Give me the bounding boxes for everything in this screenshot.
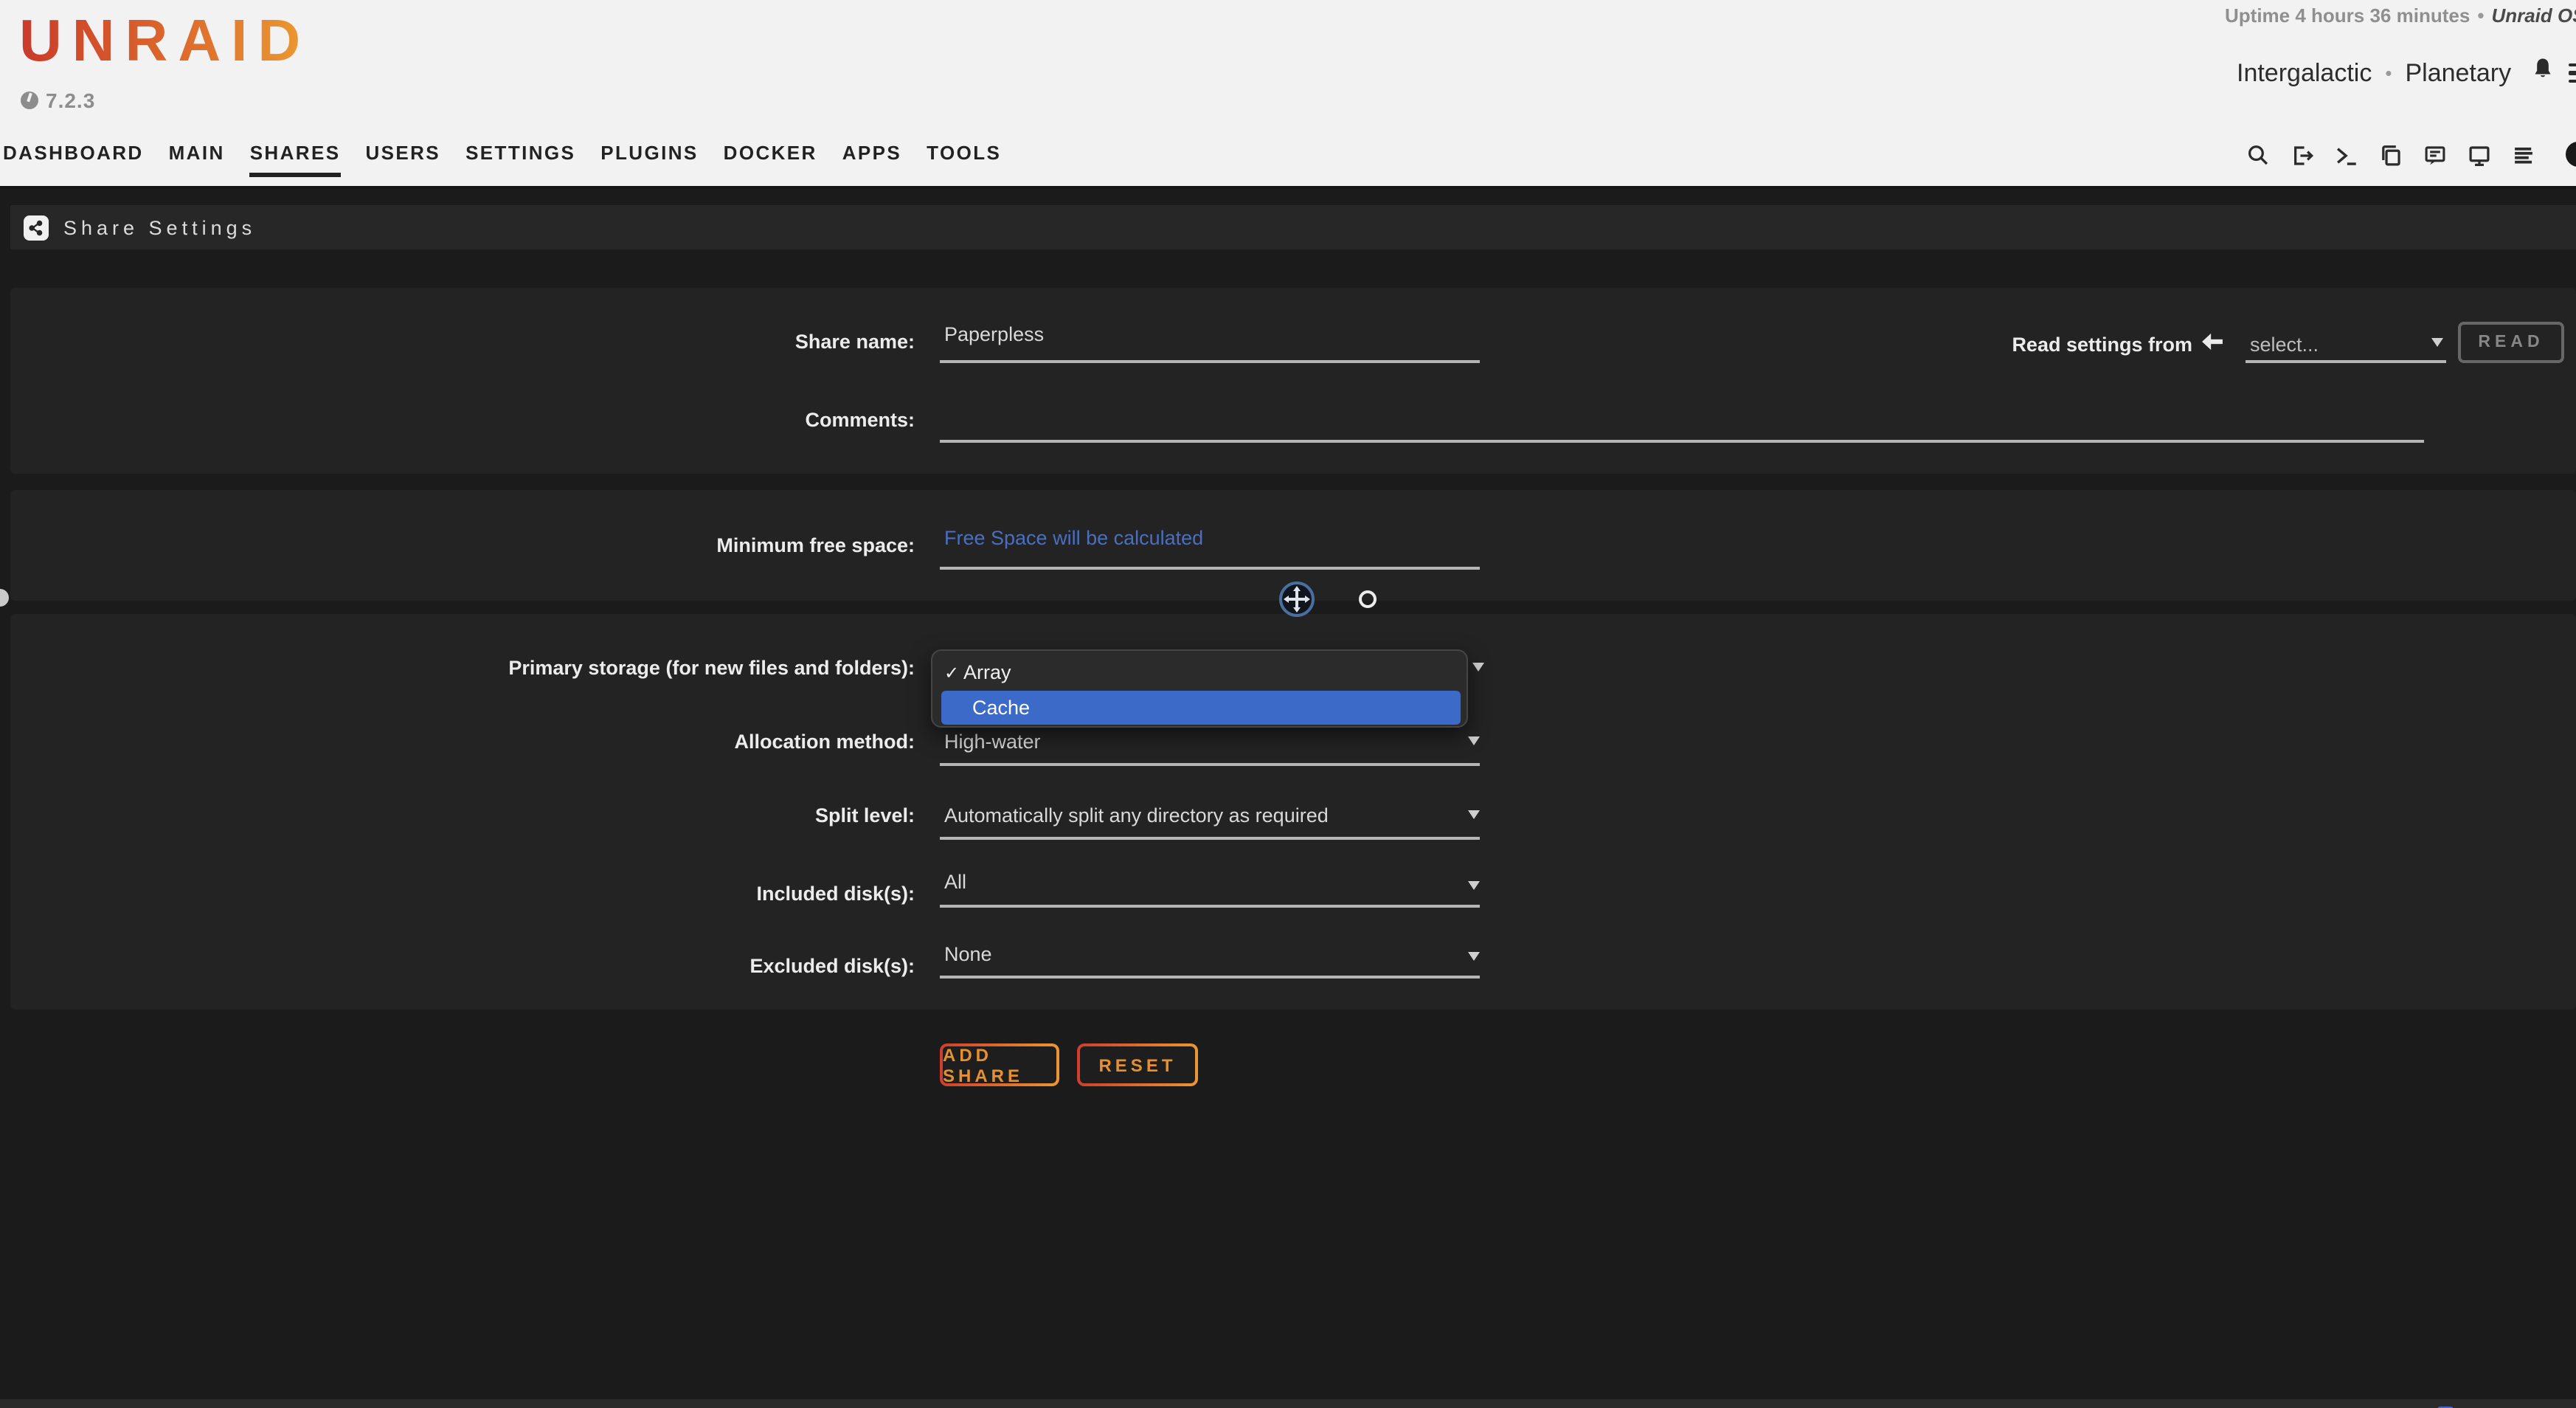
page-title: Share Settings bbox=[63, 216, 256, 238]
uptime-status: Uptime 4 hours 36 minutes•Unraid OS Star… bbox=[2225, 4, 2576, 27]
section-share-identity bbox=[10, 288, 2576, 474]
min-free-space-label: Minimum free space: bbox=[221, 534, 915, 556]
footer-bar: Array Started Unraid® and Limetech® ©202… bbox=[0, 1399, 2576, 1408]
split-level-select[interactable]: Automatically split any directory as req… bbox=[944, 804, 1329, 826]
comments-label: Comments: bbox=[221, 409, 915, 431]
included-disks-underline bbox=[940, 905, 1480, 908]
feedback-icon[interactable] bbox=[2423, 143, 2448, 168]
select-arrow-icon bbox=[1468, 810, 1480, 819]
nav-item-shares[interactable]: SHARES bbox=[250, 142, 341, 177]
nav-item-main[interactable]: MAIN bbox=[169, 142, 225, 177]
server-description: Planetary bbox=[2405, 58, 2511, 88]
excluded-disks-select[interactable]: None bbox=[944, 943, 992, 965]
copy-windows-icon[interactable] bbox=[2378, 143, 2403, 168]
share-settings-icon bbox=[24, 215, 49, 240]
version-label: 7.2.3 bbox=[46, 89, 95, 112]
reset-button[interactable]: RESET bbox=[1077, 1043, 1198, 1086]
nav-item-tools[interactable]: TOOLS bbox=[927, 142, 1001, 177]
read-settings-underline bbox=[2246, 360, 2446, 363]
share-name-underline bbox=[940, 360, 1480, 363]
nav-item-settings[interactable]: SETTINGS bbox=[465, 142, 575, 177]
log-icon[interactable] bbox=[2511, 143, 2536, 168]
allocation-method-select[interactable]: High-water bbox=[944, 731, 1041, 753]
main-nav: DASHBOARD MAIN SHARES USERS SETTINGS PLU… bbox=[3, 142, 1001, 177]
included-disks-label: Included disk(s): bbox=[221, 883, 915, 905]
move-cursor-icon bbox=[1278, 580, 1316, 618]
bullet-separator: • bbox=[2385, 62, 2392, 84]
profile-icon[interactable] bbox=[2566, 142, 2576, 167]
uptime-text: Uptime 4 hours 36 minutes bbox=[2225, 4, 2470, 27]
excluded-disks-label: Excluded disk(s): bbox=[221, 955, 915, 977]
option-label: Cache bbox=[972, 697, 1030, 719]
select-arrow-icon bbox=[1468, 736, 1480, 745]
server-identity: Intergalactic • Planetary bbox=[2237, 56, 2576, 90]
edge-cursor-dot bbox=[0, 589, 9, 607]
nav-item-dashboard[interactable]: DASHBOARD bbox=[3, 142, 144, 177]
excluded-disks-underline bbox=[940, 976, 1480, 979]
split-level-label: Split level: bbox=[221, 804, 915, 826]
dropdown-option-cache[interactable]: Cache bbox=[941, 691, 1461, 725]
split-level-underline bbox=[940, 837, 1480, 840]
min-free-space-input[interactable] bbox=[944, 527, 1475, 549]
read-settings-select[interactable]: select... bbox=[2250, 334, 2319, 356]
share-name-input[interactable] bbox=[944, 323, 1475, 345]
included-disks-select[interactable]: All bbox=[944, 871, 966, 893]
nav-item-docker[interactable]: DOCKER bbox=[724, 142, 817, 177]
notifications-bell-icon[interactable] bbox=[2530, 56, 2555, 90]
allocation-underline bbox=[940, 763, 1480, 766]
bullet-separator: • bbox=[2470, 4, 2491, 27]
read-button[interactable]: READ bbox=[2458, 322, 2564, 363]
nav-item-apps[interactable]: APPS bbox=[842, 142, 901, 177]
search-icon[interactable] bbox=[2246, 143, 2271, 168]
select-arrow-icon bbox=[2431, 338, 2443, 347]
array-status[interactable]: Array Started bbox=[19, 1405, 166, 1408]
select-arrow-icon bbox=[1468, 952, 1480, 961]
comments-underline bbox=[940, 440, 2424, 443]
nav-item-plugins[interactable]: PLUGINS bbox=[600, 142, 698, 177]
logout-icon[interactable] bbox=[2290, 143, 2315, 168]
allocation-method-label: Allocation method: bbox=[221, 731, 915, 753]
share-name-label: Share name: bbox=[221, 331, 915, 353]
page-title-bar: Share Settings bbox=[10, 205, 2576, 249]
unraid-logo[interactable]: UNRAID bbox=[19, 9, 311, 75]
nav-item-users[interactable]: USERS bbox=[365, 142, 440, 177]
checkmark-icon: ✓ bbox=[944, 662, 963, 683]
add-share-button[interactable]: ADD SHARE bbox=[940, 1043, 1059, 1086]
monitor-icon[interactable] bbox=[2467, 143, 2492, 168]
os-edition-label: Unraid OS Starter bbox=[2491, 4, 2576, 27]
read-settings-label: Read settings from bbox=[1962, 334, 2192, 356]
server-name: Intergalactic bbox=[2237, 58, 2372, 88]
primary-storage-dropdown: ✓ Array Cache bbox=[931, 649, 1468, 728]
header: UNRAID 7.2.3 Uptime 4 hours 36 minutes•U… bbox=[0, 0, 2576, 189]
dropdown-option-array[interactable]: ✓ Array bbox=[932, 655, 1467, 689]
array-status-label: Array Started bbox=[44, 1405, 166, 1408]
click-cursor-circle bbox=[1359, 590, 1377, 608]
select-arrow-icon bbox=[1468, 881, 1480, 890]
min-free-space-underline bbox=[940, 567, 1480, 570]
menu-hamburger-icon[interactable] bbox=[2569, 63, 2576, 83]
unraid-webgui: UNRAID 7.2.3 Uptime 4 hours 36 minutes•U… bbox=[0, 0, 2576, 1408]
left-arrow-icon bbox=[2201, 332, 2223, 359]
option-label: Array bbox=[963, 661, 1011, 683]
version-orb-icon bbox=[21, 92, 38, 109]
terminal-icon[interactable] bbox=[2334, 143, 2359, 168]
header-toolbar bbox=[2246, 143, 2536, 168]
version-line: 7.2.3 bbox=[21, 89, 95, 112]
comments-input[interactable] bbox=[944, 403, 2420, 425]
select-arrow-icon bbox=[1472, 663, 1484, 672]
primary-storage-label: Primary storage (for new files and folde… bbox=[221, 657, 915, 679]
